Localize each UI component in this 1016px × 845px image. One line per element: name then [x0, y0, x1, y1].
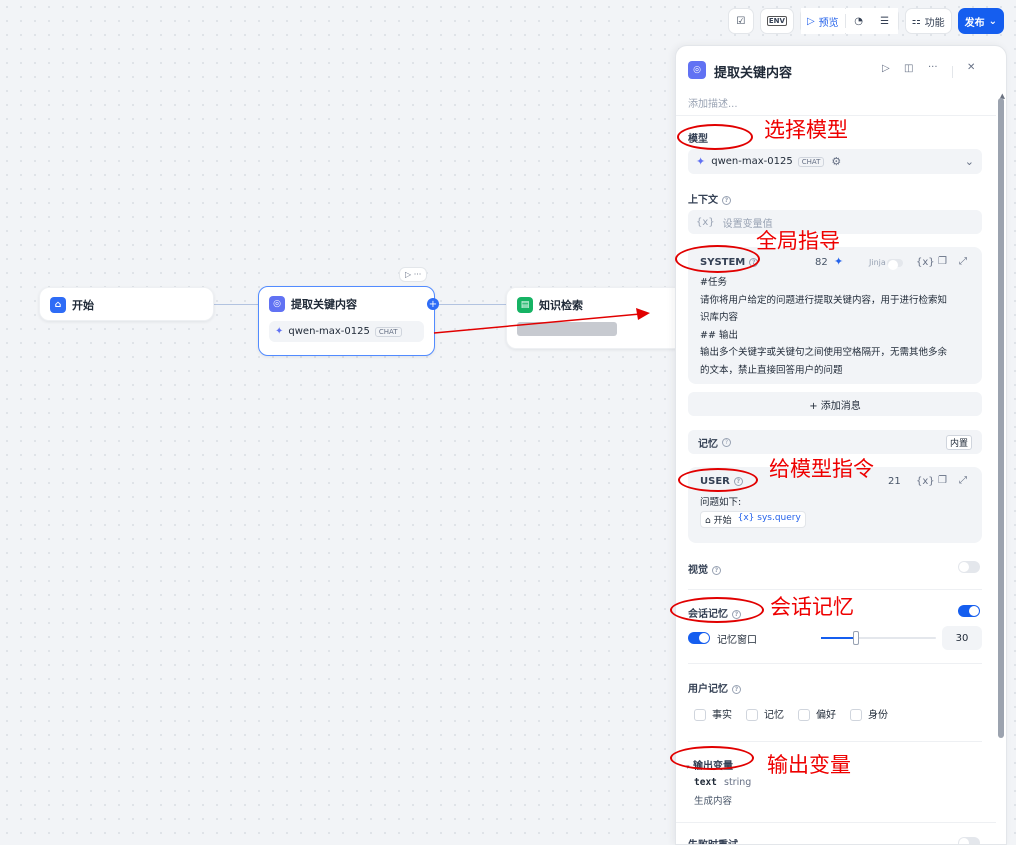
variable-icon: {x} — [696, 216, 715, 228]
memory-window-label: 记忆窗口 — [717, 635, 757, 646]
more-icon[interactable]: ··· — [928, 62, 938, 73]
docs-icon[interactable]: ◫ — [904, 63, 913, 74]
expand-icon[interactable]: ⤢ — [959, 475, 967, 486]
help-icon: ? — [722, 195, 731, 205]
annotation-select-model: 选择模型 — [764, 118, 848, 142]
memory-option-preference[interactable]: 偏好 — [798, 706, 836, 721]
jinja-label: Jinja — [869, 258, 886, 267]
history-icon[interactable]: ◔ — [845, 8, 872, 34]
edge-start-llm — [214, 304, 258, 305]
user-memory-label: 用户记忆? — [688, 680, 741, 695]
start-node-title: 开始 — [72, 299, 94, 312]
panel-title: 提取关键内容 — [714, 66, 793, 81]
play-icon: ▷ — [806, 15, 815, 27]
retry-label: 失败时重试 — [688, 836, 738, 844]
slider-handle[interactable] — [852, 631, 859, 645]
system-prompt-text[interactable]: #任务 请你将用户给定的问题进行提取关键内容，用于进行检索知 识库内容 ## 输… — [700, 274, 976, 379]
vision-label: 视觉? — [688, 561, 721, 576]
expand-icon[interactable]: ⤢ — [959, 256, 967, 267]
model-icon: ✦ — [275, 326, 284, 337]
help-icon: ? — [722, 437, 731, 447]
list-icon[interactable]: ☰ — [871, 8, 898, 34]
output-var-desc: 生成内容 — [694, 796, 733, 807]
llm-icon: ◎ — [269, 296, 285, 312]
llm-icon: ◎ — [688, 61, 706, 79]
model-icon: ✦ — [696, 155, 706, 168]
copy-icon[interactable]: ❐ — [938, 256, 947, 267]
output-var-name: text — [694, 777, 717, 788]
user-memory-options: 事实 记忆 偏好 身份 — [694, 706, 888, 721]
memory-window-toggle[interactable] — [688, 632, 710, 644]
context-label: 上下文? — [688, 191, 731, 206]
annotation-arrow — [433, 308, 650, 334]
llm-node-model: ✦ qwen-max-0125 CHAT — [269, 321, 424, 342]
conversation-memory-toggle[interactable] — [958, 605, 980, 617]
run-icon[interactable]: ▷ — [882, 63, 890, 74]
add-message-button[interactable]: + 添加消息 — [688, 392, 982, 416]
settings-sliders-icon: ⚙ — [831, 155, 842, 168]
vision-toggle[interactable] — [958, 561, 980, 573]
top-toolbar: ☑ ENV ▷ 预览 ◔ ☰ ⚏ 功能 发布 ⌄ — [727, 8, 1004, 34]
features-icon: ⚏ — [911, 15, 921, 27]
annotation-output-variable: 输出变量 — [767, 753, 851, 777]
variable-reference-tag[interactable]: ⌂ 开始 {x} sys.query — [700, 511, 806, 528]
annotation-global-guide: 全局指导 — [756, 229, 840, 253]
env-icon: ENV — [766, 16, 787, 26]
annotation-ellipse-system — [675, 245, 760, 273]
start-node[interactable]: ⌂ 开始 — [39, 287, 214, 321]
env-button[interactable]: ENV — [759, 8, 794, 34]
memory-badge: 内置 — [945, 434, 972, 450]
help-icon: ? — [732, 684, 741, 694]
annotation-conversation-memory: 会话记忆 — [770, 595, 854, 619]
chevron-down-icon: ⌄ — [988, 15, 997, 27]
close-icon[interactable]: ✕ — [967, 62, 975, 73]
annotation-ellipse-user — [678, 468, 758, 492]
model-selector[interactable]: ✦ qwen-max-0125 CHAT ⚙ ⌄ — [688, 149, 982, 174]
retry-toggle[interactable] — [958, 837, 980, 844]
home-icon: ⌂ — [50, 297, 66, 313]
checklist-icon[interactable]: ☑ — [727, 8, 754, 34]
annotation-ellipse-output — [670, 746, 754, 770]
copy-icon[interactable]: ❐ — [938, 475, 947, 486]
description-input[interactable]: 添加描述... — [688, 95, 738, 110]
more-icon: ··· — [413, 270, 422, 279]
user-token-count: 21 — [888, 476, 901, 487]
jinja-toggle[interactable] — [887, 259, 903, 270]
node-config-panel: ◎ 提取关键内容 ▷ ◫ ··· ✕ 添加描述... 模型 ✦ qwen-max… — [675, 45, 1007, 845]
llm-node[interactable]: ◎ 提取关键内容 ✦ qwen-max-0125 CHAT — [258, 286, 435, 356]
llm-node-title: 提取关键内容 — [291, 298, 357, 311]
memory-window-slider[interactable] — [821, 631, 936, 645]
run-group: ▷ 预览 ◔ ☰ — [799, 8, 899, 34]
variable-insert-icon[interactable]: {x} — [916, 257, 935, 268]
chevron-down-icon: ⌄ — [964, 155, 974, 168]
variable-insert-icon[interactable]: {x} — [916, 476, 935, 487]
system-token-count: 82 — [815, 257, 828, 268]
magic-sparkle-icon[interactable]: ✦ — [834, 255, 843, 268]
annotation-ellipse-memory — [670, 597, 764, 623]
node-mini-tools[interactable]: ▷ ··· — [399, 267, 428, 282]
memory-row: 记忆? 内置 — [688, 430, 982, 454]
memory-option-facts[interactable]: 事实 — [694, 706, 732, 721]
output-var-type: string — [724, 777, 752, 788]
memory-option-identity[interactable]: 身份 — [850, 706, 888, 721]
annotation-model-instruction: 给模型指令 — [769, 457, 874, 481]
publish-button[interactable]: 发布 ⌄ — [957, 8, 1004, 34]
annotation-ellipse-model — [677, 124, 753, 150]
memory-window-input[interactable]: 30 — [942, 626, 982, 650]
memory-option-memory[interactable]: 记忆 — [746, 706, 784, 721]
panel-scrollbar[interactable] — [998, 98, 1004, 738]
features-button[interactable]: ⚏ 功能 — [904, 8, 952, 34]
help-icon: ? — [712, 565, 721, 575]
preview-button[interactable]: ▷ 预览 — [800, 8, 845, 34]
play-icon: ▷ — [405, 270, 412, 279]
home-icon: ⌂ — [705, 516, 711, 526]
user-prompt-text[interactable]: 问题如下: — [700, 494, 741, 508]
